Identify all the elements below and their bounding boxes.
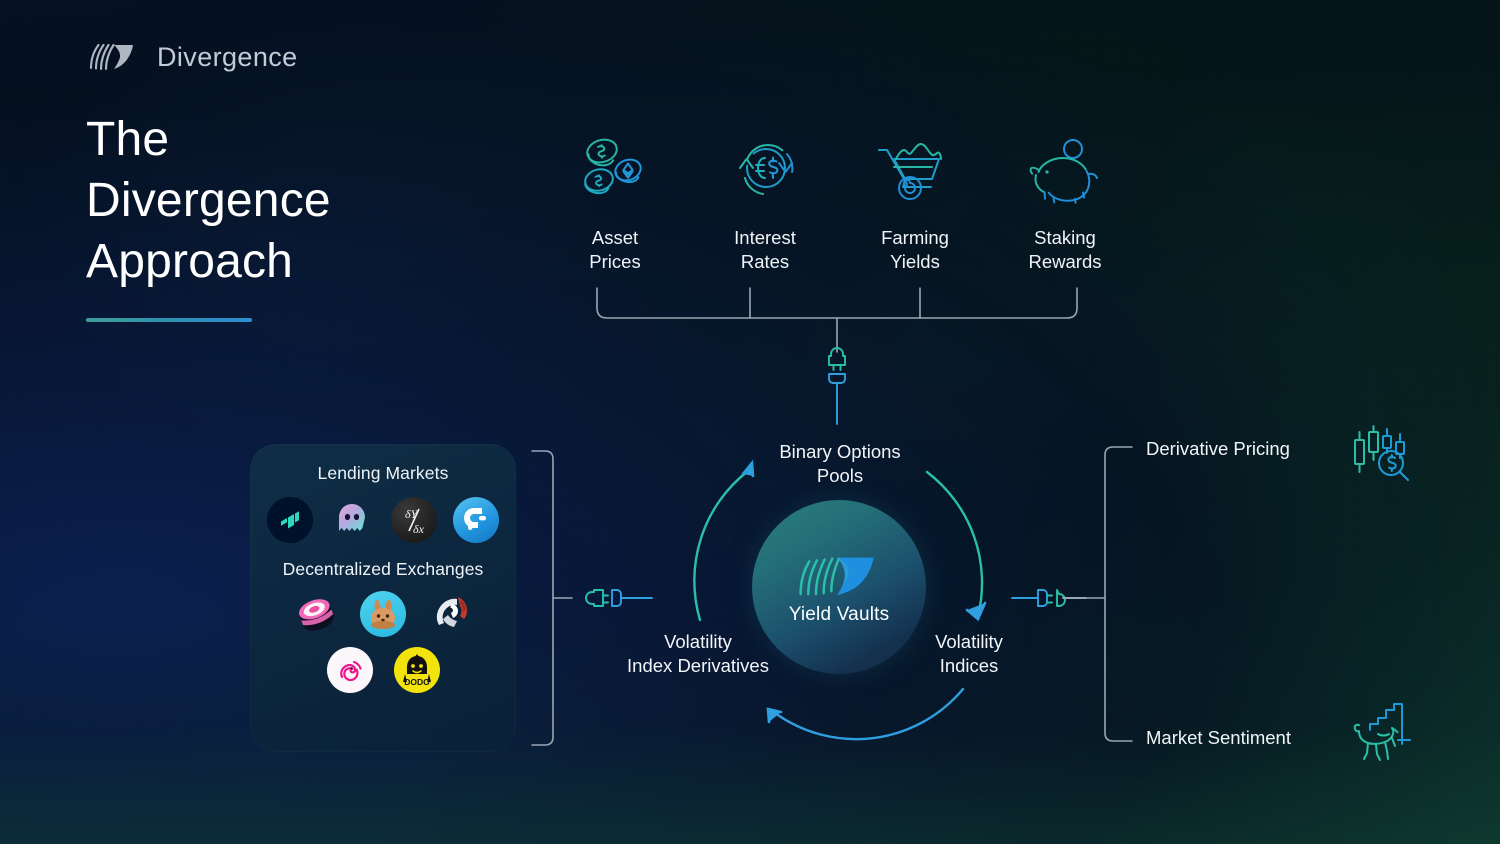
label-line-2: Prices (589, 250, 641, 272)
output-label-derivative-pricing: Derivative Pricing (1146, 438, 1290, 459)
defi-sources-card: Lending Markets δY δx Decentralized Exch… (250, 444, 516, 752)
input-source-interest-rates: Interest Rates (690, 132, 840, 273)
divergence-mark-icon (799, 557, 874, 596)
1inch-logo[interactable] (427, 591, 473, 637)
input-source-farming-yields: Farming Yields (840, 132, 990, 273)
label-line-2: Rates (740, 250, 790, 272)
left-card-bracket (531, 450, 573, 746)
page-title-line-1: The (86, 113, 170, 166)
compound-logo[interactable] (267, 497, 313, 543)
right-plug-connector-icon (1011, 589, 1087, 607)
bull-chart-icon (1348, 700, 1416, 771)
output-label-market-sentiment: Market Sentiment (1146, 727, 1291, 748)
input-sources-row: Asset Prices Interest Rates Farming Yiel… (540, 132, 1140, 273)
title-underline-rule (86, 318, 252, 322)
left-plug-connector-icon (585, 589, 653, 607)
uniswap-logo[interactable] (326, 647, 373, 693)
input-source-label: Asset Prices (589, 226, 640, 273)
svg-text:δx: δx (413, 522, 425, 536)
svg-text:DODO: DODO (404, 677, 430, 687)
input-source-label: Interest Rates (734, 226, 796, 273)
aave-logo[interactable] (329, 497, 375, 543)
label-line-2: Rewards (1028, 250, 1102, 272)
label-line-1: Farming (881, 227, 949, 248)
input-source-label: Staking Rewards (1029, 226, 1102, 273)
sushiswap-logo[interactable] (293, 591, 339, 637)
label-line-1: Asset (591, 227, 639, 248)
label-line-2: Index Derivatives (627, 654, 769, 676)
dodo-logo[interactable]: DODO (393, 647, 440, 693)
yield-vaults-label: Yield Vaults (788, 604, 890, 625)
input-source-staking-rewards: Staking Rewards (990, 132, 1140, 273)
right-output-bracket (1085, 446, 1133, 742)
brand-header: Divergence (88, 38, 298, 77)
decentralized-exchanges-title: Decentralized Exchanges (282, 559, 484, 579)
label-line-1: Volatility (935, 631, 1003, 652)
label-line-1: Staking (1034, 227, 1096, 248)
label-line-1: Binary Options (779, 441, 901, 462)
diagram-stage: Divergence The Divergence Approach Asset… (0, 0, 1500, 844)
label-line-1: Volatility (664, 631, 732, 652)
lending-markets-title: Lending Markets (317, 463, 449, 483)
page-title: The Divergence Approach (86, 110, 331, 293)
label-line-2: Pools (816, 464, 864, 486)
ring-label-binary-options-pools: Binary Options Pools (740, 440, 940, 487)
interest-rate-arrows-icon (727, 132, 803, 210)
cream-logo[interactable] (453, 497, 499, 543)
divergence-logo-icon (88, 38, 144, 77)
piggy-bank-icon (1025, 132, 1105, 210)
dex-logo-row-2: DODO (250, 647, 516, 693)
dydx-logo[interactable]: δY δx (391, 497, 437, 543)
ring-label-volatility-indices: Volatility Indices (908, 630, 1030, 677)
page-title-line-3: Approach (86, 234, 294, 288)
yield-vaults-core[interactable]: Yield Vaults (752, 500, 926, 674)
input-source-asset-prices: Asset Prices (540, 132, 690, 273)
top-input-bracket (596, 287, 1078, 353)
crypto-coins-icon (576, 132, 654, 210)
page-title-line-2: Divergence (86, 173, 331, 227)
vertical-plug-connector-icon (828, 347, 846, 425)
input-source-label: Farming Yields (881, 226, 949, 273)
ring-label-volatility-index-derivatives: Volatility Index Derivatives (600, 630, 796, 677)
label-line-2: Indices (939, 654, 999, 676)
dex-logo-row-1 (250, 591, 516, 637)
wheelbarrow-icon (874, 132, 956, 210)
lending-logo-row: δY δx (250, 497, 516, 543)
brand-name: Divergence (157, 42, 298, 72)
label-line-2: Yields (890, 250, 940, 272)
pancakeswap-logo[interactable] (360, 591, 406, 637)
label-line-1: Interest (734, 227, 796, 248)
candlestick-search-icon (1348, 420, 1416, 493)
